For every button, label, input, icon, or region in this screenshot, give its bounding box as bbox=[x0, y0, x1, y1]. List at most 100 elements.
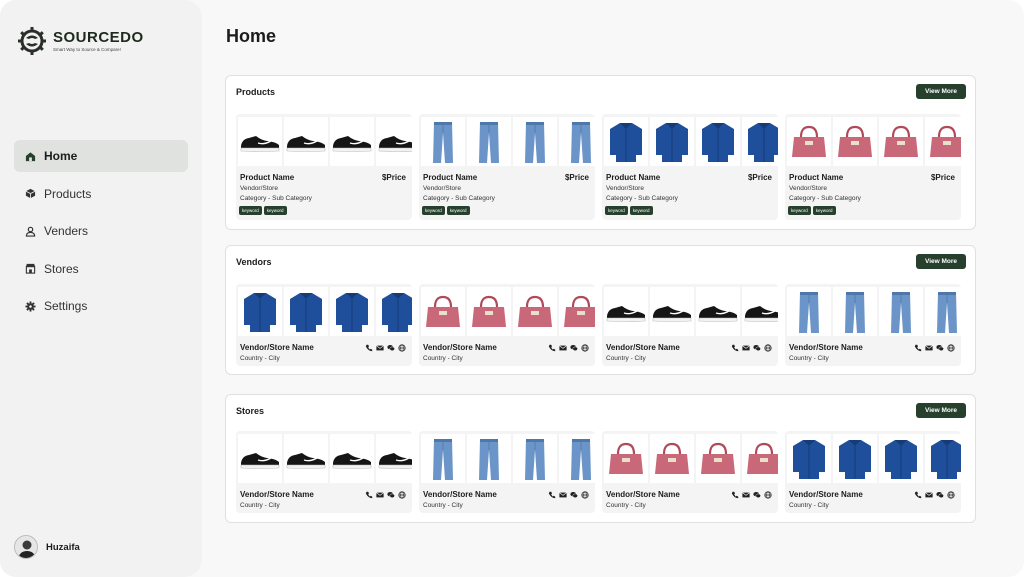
product-thumbnail bbox=[696, 117, 740, 166]
chat-icon[interactable] bbox=[570, 491, 578, 499]
product-thumbnail bbox=[650, 117, 694, 166]
product-thumbnail bbox=[467, 117, 511, 166]
globe-icon[interactable] bbox=[947, 344, 955, 352]
nav-label-home: Home bbox=[44, 149, 78, 163]
product-thumbnail bbox=[238, 434, 282, 483]
jeans-icon bbox=[479, 121, 499, 163]
mail-icon[interactable] bbox=[742, 344, 750, 352]
phone-icon[interactable] bbox=[548, 344, 556, 352]
product-card[interactable]: Product Name $Price Vendor/Store Categor… bbox=[602, 114, 778, 220]
product-thumbnail bbox=[238, 117, 282, 166]
view-more-button[interactable]: View More bbox=[916, 403, 966, 418]
phone-icon[interactable] bbox=[731, 491, 739, 499]
page-title: Home bbox=[226, 26, 277, 46]
phone-icon[interactable] bbox=[914, 344, 922, 352]
mail-icon[interactable] bbox=[559, 491, 567, 499]
keyword-tag[interactable]: keyword bbox=[239, 206, 262, 215]
keyword-tag[interactable]: keyword bbox=[812, 206, 836, 215]
phone-icon[interactable] bbox=[548, 491, 556, 499]
store-card[interactable]: Vendor/Store Name Country - City bbox=[602, 431, 778, 513]
brand-tagline: Smart Way to Source & Compare! bbox=[53, 47, 121, 52]
vendors-card-list: Vendor/Store Name Country - City Vendor/… bbox=[236, 284, 965, 366]
globe-icon[interactable] bbox=[398, 491, 406, 499]
globe-icon[interactable] bbox=[764, 491, 772, 499]
handbag-icon bbox=[518, 295, 552, 327]
user-name: Huzaifa bbox=[46, 541, 80, 553]
product-thumbnail bbox=[787, 434, 831, 483]
gear-icon bbox=[24, 300, 36, 312]
jeans-icon bbox=[845, 291, 865, 333]
logo[interactable]: SOURCEDO Smart Way to Source & Compare! bbox=[17, 26, 144, 56]
product-card[interactable]: Product Name $Price Vendor/Store Categor… bbox=[236, 114, 412, 220]
product-card[interactable]: Product Name $Price Vendor/Store Categor… bbox=[419, 114, 595, 220]
view-more-button[interactable]: View More bbox=[916, 84, 966, 99]
vendor-card[interactable]: Vendor/Store Name Country - City bbox=[602, 284, 778, 366]
vendor-card[interactable]: Vendor/Store Name Country - City bbox=[419, 284, 595, 366]
product-vendor: Vendor/Store bbox=[789, 185, 827, 192]
chat-icon[interactable] bbox=[753, 491, 761, 499]
chat-icon[interactable] bbox=[936, 344, 944, 352]
globe-icon[interactable] bbox=[581, 491, 589, 499]
keyword-tag[interactable]: keyword bbox=[788, 206, 811, 215]
store-card[interactable]: Vendor/Store Name Country - City bbox=[236, 431, 412, 513]
globe-icon[interactable] bbox=[947, 491, 955, 499]
chat-icon[interactable] bbox=[936, 491, 944, 499]
vendor-name: Vendor/Store Name bbox=[423, 343, 497, 352]
keyword-tag[interactable]: keyword bbox=[605, 206, 628, 215]
nav-item-home[interactable]: Home bbox=[14, 140, 188, 172]
store-location: Country - City bbox=[240, 502, 280, 509]
jeans-icon bbox=[891, 291, 911, 333]
product-thumbnail bbox=[604, 434, 648, 483]
vendor-card[interactable]: Vendor/Store Name Country - City bbox=[785, 284, 961, 366]
shirt-icon bbox=[656, 122, 688, 162]
keyword-tag[interactable]: keyword bbox=[263, 206, 287, 215]
shirt-icon bbox=[244, 292, 276, 332]
phone-icon[interactable] bbox=[365, 344, 373, 352]
mail-icon[interactable] bbox=[925, 344, 933, 352]
chat-icon[interactable] bbox=[387, 491, 395, 499]
user-profile[interactable]: Huzaifa bbox=[14, 535, 80, 559]
chat-icon[interactable] bbox=[753, 344, 761, 352]
sneaker-icon bbox=[378, 452, 412, 469]
product-card[interactable]: Product Name $Price Vendor/Store Categor… bbox=[785, 114, 961, 220]
vendor-location: Country - City bbox=[789, 355, 829, 362]
globe-icon[interactable] bbox=[764, 344, 772, 352]
vendor-name: Vendor/Store Name bbox=[606, 343, 680, 352]
phone-icon[interactable] bbox=[365, 491, 373, 499]
tag-list: keyword keyword bbox=[422, 206, 470, 215]
product-category: Category - Sub Category bbox=[240, 195, 312, 202]
mail-icon[interactable] bbox=[376, 491, 384, 499]
keyword-tag[interactable]: keyword bbox=[629, 206, 653, 215]
contact-icons bbox=[365, 344, 406, 352]
globe-icon[interactable] bbox=[398, 344, 406, 352]
handbag-icon bbox=[701, 442, 735, 474]
chat-icon[interactable] bbox=[570, 344, 578, 352]
globe-icon[interactable] bbox=[581, 344, 589, 352]
phone-icon[interactable] bbox=[731, 344, 739, 352]
mail-icon[interactable] bbox=[376, 344, 384, 352]
chat-icon[interactable] bbox=[387, 344, 395, 352]
nav-item-stores[interactable]: Stores bbox=[14, 253, 188, 285]
product-thumbnail bbox=[879, 287, 923, 336]
product-thumbnail bbox=[650, 434, 694, 483]
nav-item-venders[interactable]: Venders bbox=[14, 215, 188, 247]
product-thumbnail bbox=[742, 287, 778, 336]
contact-icons bbox=[365, 491, 406, 499]
mail-icon[interactable] bbox=[925, 491, 933, 499]
phone-icon[interactable] bbox=[914, 491, 922, 499]
view-more-button[interactable]: View More bbox=[916, 254, 966, 269]
store-card[interactable]: Vendor/Store Name Country - City bbox=[785, 431, 961, 513]
store-card[interactable]: Vendor/Store Name Country - City bbox=[419, 431, 595, 513]
product-thumbnail bbox=[925, 287, 961, 336]
mail-icon[interactable] bbox=[559, 344, 567, 352]
shirt-icon bbox=[793, 439, 825, 479]
nav-item-products[interactable]: Products bbox=[14, 178, 188, 210]
mail-icon[interactable] bbox=[742, 491, 750, 499]
home-icon bbox=[24, 150, 36, 162]
vendor-card[interactable]: Vendor/Store Name Country - City bbox=[236, 284, 412, 366]
sneaker-icon bbox=[240, 135, 280, 152]
nav-item-settings[interactable]: Settings bbox=[14, 290, 188, 322]
keyword-tag[interactable]: keyword bbox=[422, 206, 445, 215]
product-thumbnail bbox=[925, 434, 961, 483]
keyword-tag[interactable]: keyword bbox=[446, 206, 470, 215]
